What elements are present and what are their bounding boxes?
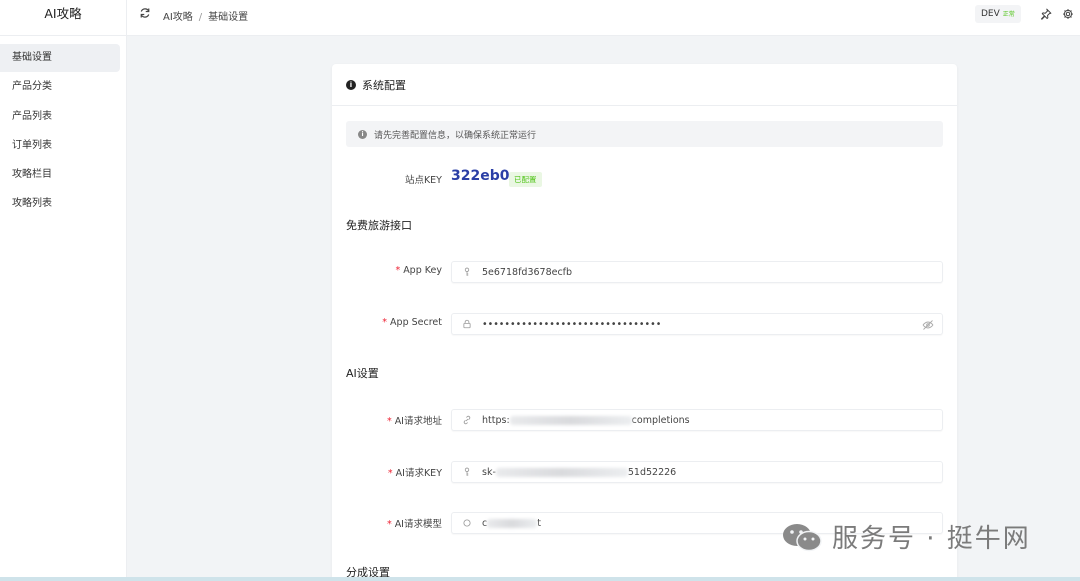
- lock-icon: [463, 319, 471, 329]
- section-travel-api: 免费旅游接口: [346, 219, 412, 232]
- ai-key-value: sk- 51d52226: [482, 466, 677, 478]
- env-badge: DEV 正常: [975, 5, 1021, 23]
- app-logo-title: AI攻略: [0, 0, 126, 36]
- ai-url-input[interactable]: https: completions: [451, 409, 943, 431]
- circle-icon: [463, 519, 471, 527]
- ai-url-value: https: completions: [482, 414, 690, 426]
- wechat-icon: [783, 523, 822, 551]
- ai-model-label: * AI请求模型: [386, 519, 442, 530]
- gear-icon[interactable]: [1062, 8, 1074, 20]
- site-key-label: 站点KEY: [404, 175, 442, 186]
- form-row-ai-url: * AI请求地址 https: completions: [332, 409, 957, 431]
- info-alert: i 请先完善配置信息，以确保系统正常运行: [346, 121, 943, 147]
- breadcrumb-item-current: 基础设置: [208, 12, 249, 23]
- pin-icon[interactable]: [1040, 8, 1052, 20]
- link-icon: [463, 415, 471, 425]
- info-icon: i: [346, 79, 356, 90]
- ai-model-value: ct: [482, 517, 541, 529]
- app-key-input[interactable]: 5e6718fd3678ecfb: [451, 261, 943, 283]
- sidebar-menu: 基础设置 产品分类 产品列表 订单列表 攻略栏目 攻略列表: [0, 36, 126, 218]
- eye-off-icon[interactable]: [922, 319, 934, 331]
- ai-key-input[interactable]: sk- 51d52226: [451, 461, 943, 483]
- sidebar-item-order-list[interactable]: 订单列表: [0, 132, 120, 160]
- breadcrumb-item-home[interactable]: AI攻略: [163, 12, 193, 23]
- alert-text: 请先完善配置信息，以确保系统正常运行: [374, 130, 537, 141]
- sidebar-item-guide-list[interactable]: 攻略列表: [0, 190, 120, 218]
- env-label: DEV: [981, 9, 1000, 19]
- breadcrumb-separator: /: [198, 12, 203, 23]
- sidebar-item-product-list[interactable]: 产品列表: [0, 103, 120, 131]
- key-icon: [464, 467, 470, 476]
- breadcrumb: AI攻略 / 基础设置: [163, 8, 248, 23]
- app-key-label: * App Key: [395, 265, 442, 276]
- sidebar-item-guide-columns[interactable]: 攻略栏目: [0, 161, 120, 189]
- section-ai-settings: AI设置: [346, 367, 379, 380]
- app-secret-value: ••••••••••••••••••••••••••••••••: [482, 318, 662, 330]
- sidebar-item-product-categories[interactable]: 产品分类: [0, 73, 120, 101]
- card-header: i 系统配置: [332, 64, 957, 106]
- ai-url-label: * AI请求地址: [386, 416, 442, 427]
- sidebar-item-basic-settings[interactable]: 基础设置: [0, 44, 120, 72]
- site-key-value: 322eb0: [451, 168, 510, 184]
- sidebar: AI攻略 基础设置 产品分类 产品列表 订单列表 攻略栏目 攻略列表: [0, 0, 127, 581]
- form-row-ai-key: * AI请求KEY sk- 51d52226: [332, 461, 957, 483]
- site-key-row: 站点KEY 322eb0 已配置: [332, 168, 957, 188]
- ai-key-label: * AI请求KEY: [387, 468, 442, 479]
- refresh-icon[interactable]: [139, 7, 151, 19]
- status-badge: 已配置: [509, 172, 542, 187]
- bottom-scroll-strip: [0, 577, 1080, 581]
- watermark-text: 服务号 · 挺牛网: [832, 524, 1031, 554]
- alert-info-icon: i: [358, 129, 367, 139]
- app-secret-input[interactable]: ••••••••••••••••••••••••••••••••: [451, 313, 943, 335]
- card-title: 系统配置: [362, 78, 406, 92]
- system-config-card: i 系统配置 i 请先完善配置信息，以确保系统正常运行 站点KEY 322eb0…: [332, 64, 957, 581]
- key-icon: [464, 267, 470, 276]
- form-row-app-key: * App Key 5e6718fd3678ecfb: [332, 261, 957, 283]
- top-bar: AI攻略 / 基础设置 DEV 正常: [127, 0, 1080, 36]
- form-row-app-secret: * App Secret ••••••••••••••••••••••••••••…: [332, 313, 957, 335]
- env-status: 正常: [1002, 11, 1015, 18]
- app-key-value: 5e6718fd3678ecfb: [482, 266, 573, 278]
- app-secret-label: * App Secret: [382, 317, 442, 328]
- watermark: 服务号 · 挺牛网: [780, 518, 1031, 555]
